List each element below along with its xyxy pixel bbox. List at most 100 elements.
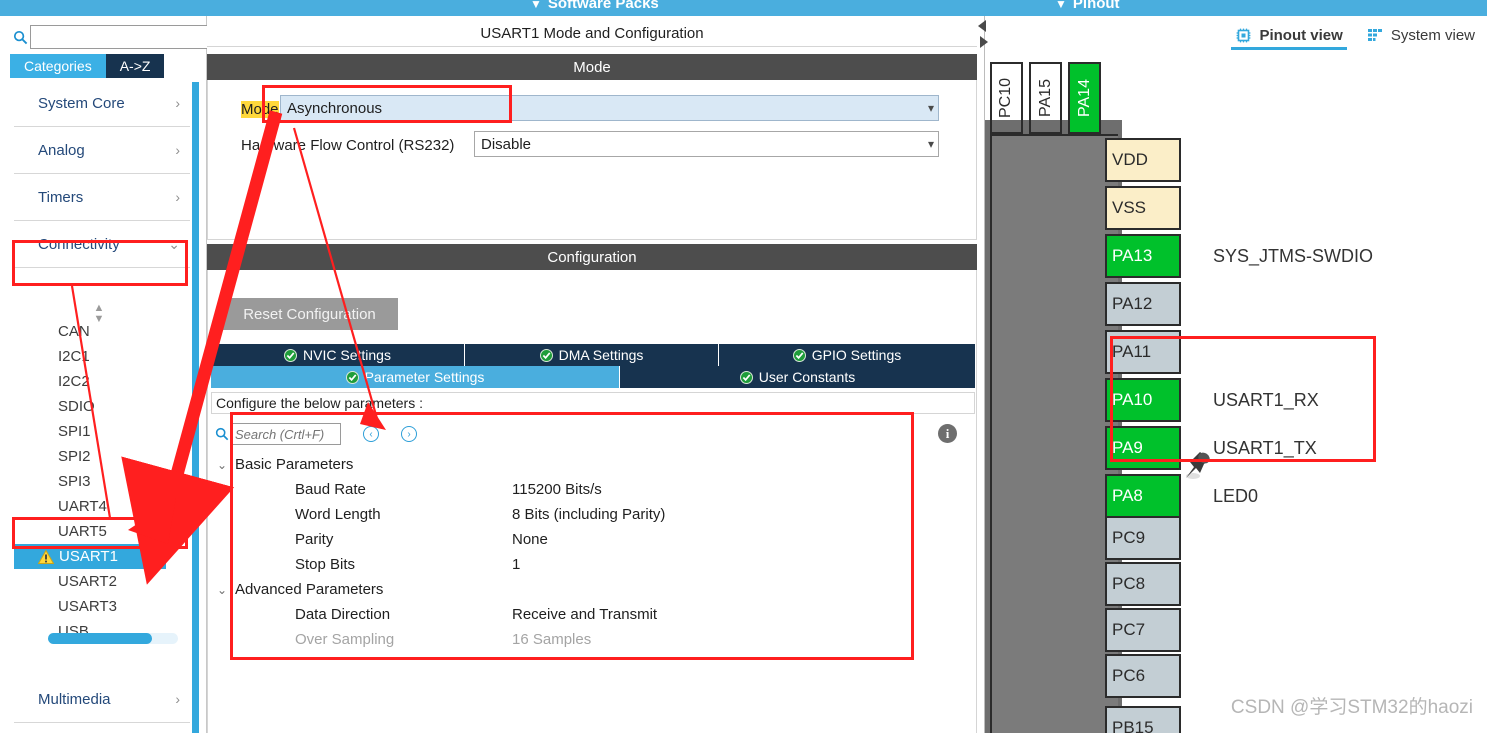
pin-pc6[interactable]: PC6 (1105, 654, 1181, 698)
check-icon (792, 348, 806, 362)
peripheral-usart1-label: USART1 (59, 548, 118, 565)
peripheral-spi2[interactable]: SPI2 (14, 444, 166, 469)
tab-parameter-settings[interactable]: Parameter Settings (211, 366, 620, 388)
param-group-basic-parameters[interactable]: ⌄ Basic Parameters (217, 452, 957, 477)
pin-pa9[interactable]: PA9 (1105, 426, 1181, 470)
category-list-bottom: Multimedia › Computing › (14, 676, 190, 733)
sidebar-vertical-scrollbar[interactable] (192, 82, 199, 733)
tab-user-constants[interactable]: User Constants (620, 366, 975, 388)
peripheral-sdio-label: SDIO (58, 398, 95, 415)
tab-dma-settings[interactable]: DMA Settings (465, 344, 719, 366)
tab-a-to-z[interactable]: A->Z (105, 54, 165, 78)
category-list: System Core › Analog › Timers › Connecti… (14, 80, 190, 268)
peripheral-usart2-label: USART2 (58, 573, 117, 590)
mode-select[interactable]: Asynchronous ▾ (280, 95, 939, 121)
sidebar-item-multimedia-label: Multimedia (38, 690, 111, 708)
reset-configuration-button[interactable]: Reset Configuration (221, 298, 398, 330)
param-row-data-direction[interactable]: Data Direction Receive and Transmit (217, 602, 957, 627)
param-row-parity[interactable]: Parity None (217, 527, 957, 552)
peripheral-usart3[interactable]: USART3 (14, 594, 166, 619)
mode-section-header: Mode (207, 54, 977, 80)
menu-pinout[interactable]: ▼ Pinout (1055, 0, 1120, 12)
pin-pa15[interactable]: PA15 (1029, 62, 1062, 134)
tab-gpio-settings[interactable]: GPIO Settings (719, 344, 975, 366)
param-row-stop-bits[interactable]: Stop Bits 1 (217, 552, 957, 577)
param-key: Stop Bits (295, 556, 356, 573)
tab-nvic-settings[interactable]: NVIC Settings (211, 344, 465, 366)
pin-pa13[interactable]: PA13 (1105, 234, 1181, 278)
peripheral-can[interactable]: CAN (14, 319, 166, 344)
scroll-up-icon[interactable]: ▲ ▼ (90, 303, 108, 325)
flow-control-select[interactable]: Disable ▾ (474, 131, 939, 157)
pin-pa10[interactable]: PA10 (1105, 378, 1181, 422)
pin-pa8-label: PA8 (1112, 486, 1143, 505)
pin-pa12-label: PA12 (1112, 294, 1153, 313)
watermark: CSDN @学习STM32的haozi (1230, 697, 1473, 718)
param-row-word-length[interactable]: Word Length 8 Bits (including Parity) (217, 502, 957, 527)
tab-pinout-view[interactable]: Pinout view (1223, 16, 1354, 54)
pin-pa15-label: PA15 (1036, 79, 1054, 117)
param-group-advanced-parameters-label: Advanced Parameters (235, 581, 384, 598)
chevron-right-icon: › (175, 691, 180, 707)
tab-categories[interactable]: Categories (10, 54, 106, 78)
tab-a-to-z-label: A->Z (119, 58, 151, 74)
sidebar-search-combo[interactable]: ▾ (30, 25, 232, 49)
pin-pc10[interactable]: PC10 (990, 62, 1023, 134)
search-next-button[interactable]: › (401, 426, 417, 442)
mode-section-body: Mode Asynchronous ▾ Hardware Flow Contro… (207, 80, 977, 240)
peripheral-horizontal-scrollbar[interactable] (48, 633, 178, 644)
parameter-table-area: ‹ › i ⌄ Basic Parameters Baud Rate 11520… (211, 416, 975, 712)
pin-pa12[interactable]: PA12 (1105, 282, 1181, 326)
check-icon (284, 348, 298, 362)
tab-categories-label: Categories (24, 58, 92, 74)
sidebar-item-timers[interactable]: Timers › (14, 174, 190, 221)
peripheral-spi1[interactable]: SPI1 (14, 419, 166, 444)
param-value: 16 Samples (512, 631, 592, 648)
pin-pa13-label: PA13 (1112, 246, 1153, 265)
sidebar-item-computing[interactable]: Computing › (14, 723, 190, 733)
sidebar-search-input[interactable] (31, 26, 211, 48)
top-menu-bar: ▼ Software Packs ▼ Pinout (0, 0, 1487, 16)
param-group-advanced-parameters[interactable]: ⌄ Advanced Parameters (217, 577, 957, 602)
pin-pc9[interactable]: PC9 (1105, 516, 1181, 560)
peripheral-uart5[interactable]: UART5 (14, 519, 166, 544)
pin-pc7[interactable]: PC7 (1105, 608, 1181, 652)
configuration-section-body: Reset Configuration NVIC Settings DMA Se… (207, 270, 977, 733)
pin-vdd[interactable]: VDD (1105, 138, 1181, 182)
peripheral-uart4-label: UART4 (58, 498, 107, 515)
pin-pa11[interactable]: PA11 (1105, 330, 1181, 374)
search-icon (10, 27, 30, 47)
param-value: Receive and Transmit (512, 606, 658, 623)
peripheral-sdio[interactable]: SDIO (14, 394, 166, 419)
peripheral-usart1[interactable]: USART1 (14, 544, 166, 569)
pin-vss[interactable]: VSS (1105, 186, 1181, 230)
menu-software-packs[interactable]: ▼ Software Packs (530, 0, 659, 12)
search-prev-button[interactable]: ‹ (363, 426, 379, 442)
tab-system-view[interactable]: System view (1355, 16, 1487, 54)
sidebar-item-multimedia[interactable]: Multimedia › (14, 676, 190, 723)
peripheral-uart4[interactable]: UART4 (14, 494, 166, 519)
sidebar-item-system-core-label: System Core (38, 94, 125, 112)
sidebar-item-system-core[interactable]: System Core › (14, 80, 190, 127)
peripheral-i2c1[interactable]: I2C1 (14, 344, 166, 369)
peripheral-usart2[interactable]: USART2 (14, 569, 166, 594)
peripheral-i2c2[interactable]: I2C2 (14, 369, 166, 394)
pin-pa8[interactable]: PA8 (1105, 474, 1181, 518)
sidebar-item-analog[interactable]: Analog › (14, 127, 190, 174)
pin-pa14[interactable]: PA14 (1068, 62, 1101, 134)
info-icon[interactable]: i (938, 424, 957, 443)
pin-signal-pa9: USART1_TX (1213, 438, 1317, 458)
tab-user-constants-label: User Constants (758, 369, 856, 385)
check-icon (539, 348, 553, 362)
param-key: Parity (295, 531, 334, 548)
param-row-baud-rate[interactable]: Baud Rate 115200 Bits/s (217, 477, 957, 502)
search-icon (215, 427, 231, 441)
parameter-search-box[interactable] (231, 423, 341, 445)
sidebar-item-connectivity[interactable]: Connectivity ⌄ (14, 221, 190, 268)
parameter-search-input[interactable] (232, 424, 340, 444)
pin-pc8[interactable]: PC8 (1105, 562, 1181, 606)
pin-pb15[interactable]: PB15 (1105, 706, 1181, 733)
peripheral-spi3[interactable]: SPI3 (14, 469, 166, 494)
pin-signal-pa13: SYS_JTMS-SWDIO (1213, 246, 1374, 266)
peripheral-i2c1-label: I2C1 (58, 348, 90, 365)
